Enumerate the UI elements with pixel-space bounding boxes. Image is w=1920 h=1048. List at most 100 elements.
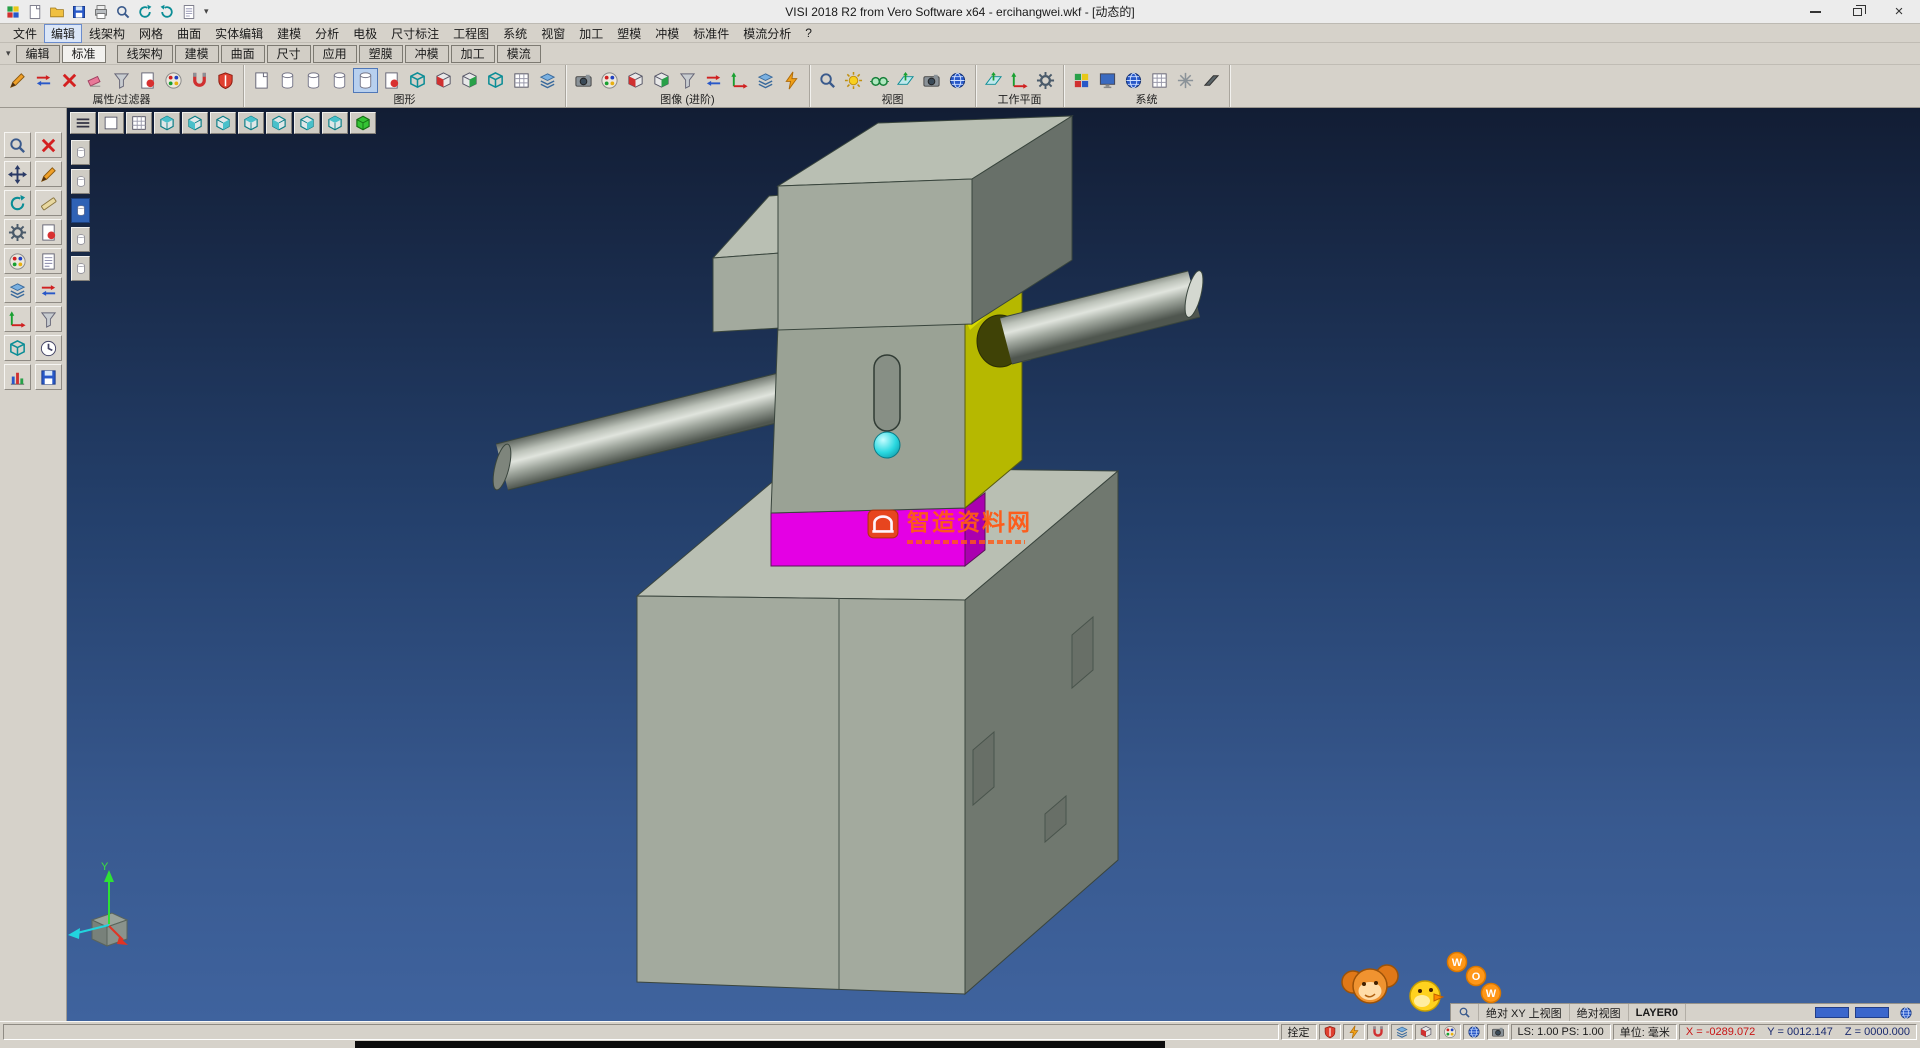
quick-render-button[interactable] <box>1343 1024 1365 1040</box>
view-plane-button[interactable] <box>893 68 918 93</box>
workplane-axis-button[interactable] <box>1007 68 1032 93</box>
wire-cube-button[interactable] <box>405 68 430 93</box>
tab-modeling[interactable]: 建模 <box>175 45 219 63</box>
box-tool-button[interactable] <box>4 335 31 361</box>
undo-button[interactable] <box>135 2 155 22</box>
layer-swatch-1[interactable] <box>1815 1007 1849 1018</box>
iso-view-4-button[interactable] <box>238 112 264 134</box>
redo-button[interactable] <box>157 2 177 22</box>
color-palette-button[interactable] <box>1439 1024 1461 1040</box>
globe-view-button[interactable] <box>945 68 970 93</box>
cube-green-face-button[interactable] <box>457 68 482 93</box>
menu-file[interactable]: 文件 <box>6 24 44 43</box>
menu-drawing[interactable]: 工程图 <box>446 24 496 43</box>
layer-globe-button[interactable] <box>1892 1004 1920 1022</box>
qat-dropdown-icon[interactable]: ▾ <box>201 6 212 17</box>
menu-standard-parts[interactable]: 标准件 <box>686 24 736 43</box>
color-properties-button[interactable] <box>161 68 186 93</box>
image-palette-button[interactable] <box>597 68 622 93</box>
open-file-button[interactable] <box>47 2 67 22</box>
menu-surface[interactable]: 曲面 <box>170 24 208 43</box>
tab-machining[interactable]: 加工 <box>451 45 495 63</box>
zoom-tool-button[interactable] <box>4 132 31 158</box>
viewport[interactable]: Y <box>67 108 1920 1021</box>
zoom-view-button[interactable] <box>815 68 840 93</box>
select-solid-5-button[interactable] <box>71 256 90 281</box>
select-solid-2-button[interactable] <box>71 169 90 194</box>
tab-application[interactable]: 应用 <box>313 45 357 63</box>
cylinder-active-button[interactable] <box>353 68 378 93</box>
layer-stack-button[interactable] <box>535 68 560 93</box>
snapshot-camera-button[interactable] <box>919 68 944 93</box>
stereo-glasses-button[interactable] <box>867 68 892 93</box>
iso-view-7-button[interactable] <box>322 112 348 134</box>
edit-attributes-button[interactable] <box>5 68 30 93</box>
filter-tool-button[interactable] <box>35 306 62 332</box>
doc-props-tool-button[interactable] <box>35 219 62 245</box>
pencil-tool-button[interactable] <box>35 161 62 187</box>
menu-analysis[interactable]: 分析 <box>308 24 346 43</box>
ruler-tool-button[interactable] <box>35 190 62 216</box>
menu-solid-edit[interactable]: 实体编辑 <box>208 24 270 43</box>
protect-shield-button[interactable] <box>1319 1024 1341 1040</box>
tab-mould[interactable]: 塑膜 <box>359 45 403 63</box>
gear-tool-button[interactable] <box>4 219 31 245</box>
magnet-snap-button[interactable] <box>187 68 212 93</box>
menu-mesh[interactable]: 网格 <box>132 24 170 43</box>
delete-tool-button[interactable] <box>35 132 62 158</box>
close-button[interactable]: × <box>1878 0 1920 23</box>
iso-view-3-button[interactable] <box>210 112 236 134</box>
eraser-button[interactable] <box>83 68 108 93</box>
export-tool-button[interactable] <box>35 364 62 390</box>
plain-view-button[interactable] <box>98 112 124 134</box>
select-solid-1-button[interactable] <box>71 140 90 165</box>
flash-render-button[interactable] <box>779 68 804 93</box>
print-button[interactable] <box>91 2 111 22</box>
network-globe-button[interactable] <box>1463 1024 1485 1040</box>
save-button[interactable] <box>69 2 89 22</box>
layer-swatch-2[interactable] <box>1855 1007 1889 1018</box>
menu-edit[interactable]: 编辑 <box>44 24 82 43</box>
swap-tool-button[interactable] <box>35 277 62 303</box>
iso-view-6-button[interactable] <box>294 112 320 134</box>
view-mode-field[interactable]: 绝对视图 <box>1570 1004 1629 1022</box>
menu-electrode[interactable]: 电极 <box>346 24 384 43</box>
tab-flow[interactable]: 模流 <box>497 45 541 63</box>
axis-tool-button[interactable] <box>4 306 31 332</box>
ramp-tool-button[interactable] <box>1199 68 1224 93</box>
new-document-button[interactable] <box>25 2 45 22</box>
cube-green-button[interactable] <box>649 68 674 93</box>
tab-stamping[interactable]: 冲模 <box>405 45 449 63</box>
tabbar-dropdown-icon[interactable]: ▾ <box>3 48 14 59</box>
snap-settings-button[interactable] <box>1173 68 1198 93</box>
minimize-button[interactable] <box>1794 0 1836 23</box>
menu-flow-analysis[interactable]: 模流分析 <box>736 24 798 43</box>
cube-red-button[interactable] <box>623 68 648 93</box>
maximize-button[interactable] <box>1836 0 1878 23</box>
menu-dimension[interactable]: 尺寸标注 <box>384 24 446 43</box>
shading-sun-button[interactable] <box>841 68 866 93</box>
app-logo-icon[interactable] <box>3 2 23 22</box>
chart-tool-button[interactable] <box>4 364 31 390</box>
rotate-tool-button[interactable] <box>4 190 31 216</box>
menu-wireframe[interactable]: 线架构 <box>82 24 132 43</box>
tab-surface[interactable]: 曲面 <box>221 45 265 63</box>
move-tool-button[interactable] <box>4 161 31 187</box>
iso-view-1-button[interactable] <box>154 112 180 134</box>
tab-standard[interactable]: 标准 <box>62 45 106 63</box>
cyan-ball[interactable] <box>874 432 900 458</box>
menu-window[interactable]: 视窗 <box>534 24 572 43</box>
cylinder-3-button[interactable] <box>327 68 352 93</box>
menu-stamping[interactable]: 冲模 <box>648 24 686 43</box>
match-properties-button[interactable] <box>31 68 56 93</box>
workplane-button[interactable] <box>981 68 1006 93</box>
image-filter-button[interactable] <box>675 68 700 93</box>
system-monitor-button[interactable] <box>1095 68 1120 93</box>
network-globe-button[interactable] <box>1121 68 1146 93</box>
shaded-view-button[interactable] <box>350 112 376 134</box>
notebook-tool-button[interactable] <box>35 248 62 274</box>
layer-images-button[interactable] <box>753 68 778 93</box>
select-solid-active-button[interactable] <box>71 198 90 223</box>
solid-cube-button[interactable] <box>1415 1024 1437 1040</box>
menu-help[interactable]: ? <box>798 25 819 41</box>
